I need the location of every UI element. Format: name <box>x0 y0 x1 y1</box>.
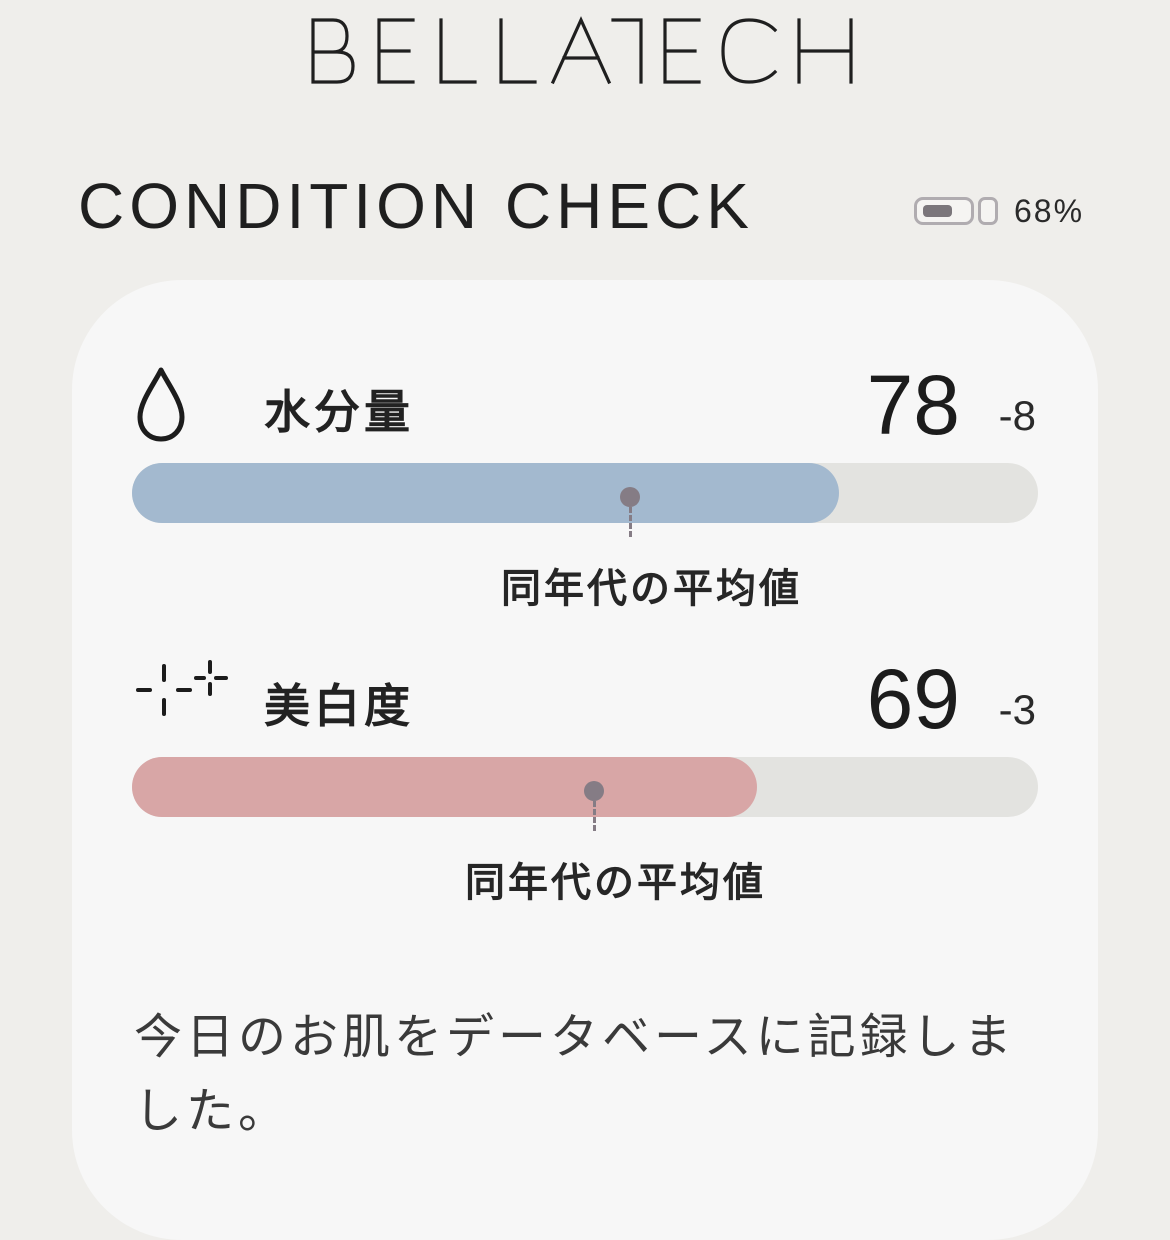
metric-delta: -8 <box>998 392 1036 439</box>
water-drop-icon <box>134 364 188 448</box>
battery-indicator: 68% <box>914 192 1085 229</box>
metric-label: 水分量 <box>264 385 414 439</box>
moisture-bar <box>132 463 1038 537</box>
average-label: 同年代の平均値 <box>501 566 802 612</box>
brand-header <box>0 0 1170 100</box>
metric-value: 69 <box>866 652 960 746</box>
whiteness-bar-fill <box>132 757 757 817</box>
average-marker-stem <box>593 801 596 831</box>
average-marker-dot <box>620 487 640 507</box>
average-marker-dot <box>584 781 604 801</box>
sparkle-icon <box>134 656 234 740</box>
moisture-bar-fill <box>132 463 839 523</box>
record-saved-message: 今日のお肌をデータベースに記録しました。 <box>134 1009 1016 1139</box>
average-marker <box>620 487 640 539</box>
bellatech-logo <box>311 16 853 85</box>
condition-card: 水分量 78 -8 同年代の平均値 美白度 69 -3 同年代の平均値 今日のお… <box>72 280 1098 1240</box>
battery-icon <box>914 197 974 225</box>
metric-label: 美白度 <box>264 679 414 733</box>
metric-delta: -3 <box>998 686 1036 733</box>
page-title: CONDITION CHECK <box>78 170 754 242</box>
average-marker-stem <box>629 507 632 537</box>
battery-cap-icon <box>978 197 998 225</box>
average-marker <box>584 781 604 833</box>
battery-level-fill <box>923 205 952 217</box>
whiteness-bar <box>132 757 1038 831</box>
battery-percentage: 68% <box>1014 192 1085 229</box>
metric-value: 78 <box>866 358 960 452</box>
average-label: 同年代の平均値 <box>465 860 766 906</box>
